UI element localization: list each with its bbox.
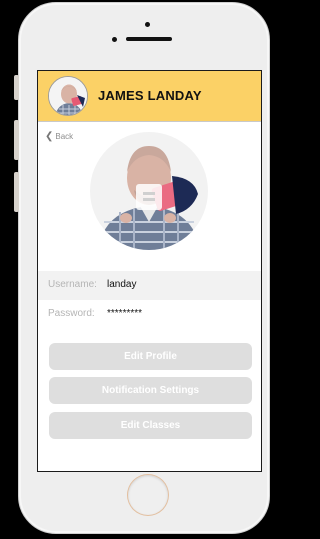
home-button[interactable] xyxy=(128,475,168,515)
app-screen: JAMES LANDAY ❮ Back Username: landay Pass… xyxy=(37,70,262,472)
password-row: Password: ********* xyxy=(38,300,261,329)
back-label: Back xyxy=(55,132,74,141)
user-name: JAMES LANDAY xyxy=(98,88,202,103)
edit-classes-button[interactable]: Edit Classes xyxy=(49,412,252,439)
username-label: Username: xyxy=(48,279,97,290)
earpiece-speaker xyxy=(126,37,172,41)
mute-switch xyxy=(14,75,19,100)
password-label: Password: xyxy=(48,308,95,319)
notification-settings-button[interactable]: Notification Settings xyxy=(49,377,252,404)
edit-profile-button[interactable]: Edit Profile xyxy=(49,343,252,370)
volume-up-button xyxy=(14,120,19,160)
front-camera xyxy=(145,22,150,27)
profile-header: JAMES LANDAY xyxy=(38,71,261,122)
password-value: ********* xyxy=(107,308,143,319)
chevron-left-icon: ❮ xyxy=(45,131,54,142)
username-value: landay xyxy=(107,279,137,290)
proximity-sensor xyxy=(112,37,117,42)
back-button[interactable]: ❮ Back xyxy=(45,131,73,142)
profile-photo[interactable] xyxy=(90,132,208,250)
volume-down-button xyxy=(14,172,19,212)
username-row: Username: landay xyxy=(38,271,261,300)
avatar xyxy=(48,76,88,116)
